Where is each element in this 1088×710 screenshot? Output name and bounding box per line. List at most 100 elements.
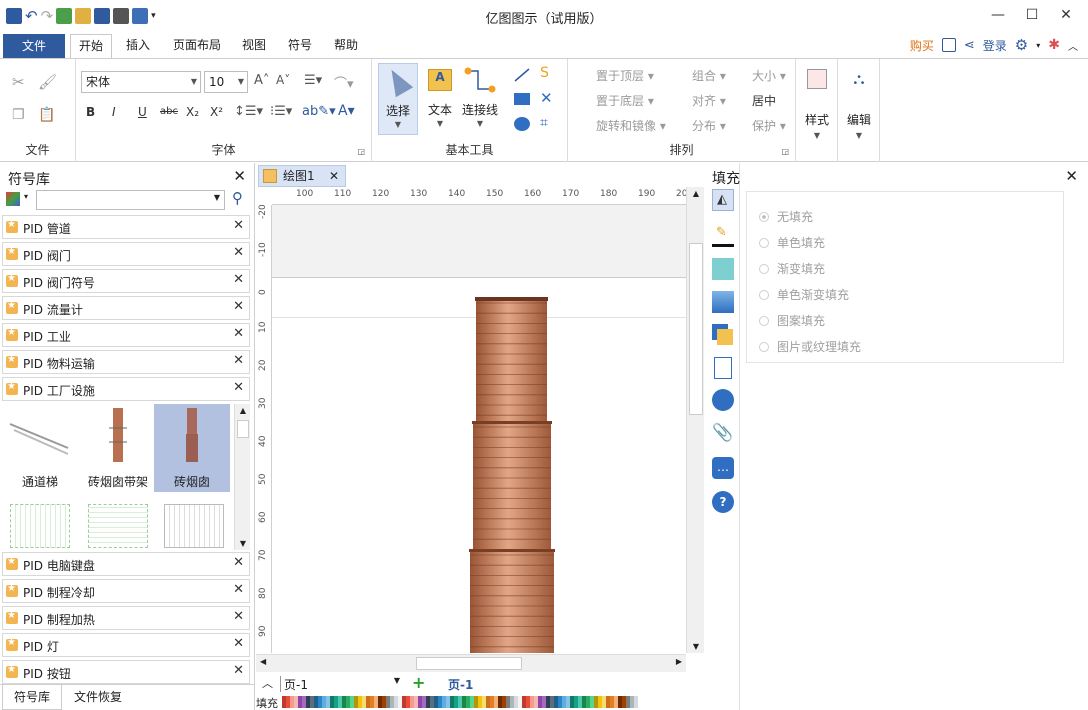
page-bar-collapse-icon[interactable]: ︿	[262, 675, 273, 691]
bullets-icon[interactable]: ⁝☰▾	[270, 104, 292, 119]
document-tab[interactable]: 绘图1 ✕	[258, 165, 346, 187]
edit-button[interactable]: ⛬ 编辑 ▼	[842, 67, 876, 147]
fill-option-radio[interactable]	[759, 238, 769, 248]
close-window-button[interactable]: ✕	[1052, 4, 1080, 26]
page-properties-icon[interactable]	[714, 357, 732, 379]
library-item[interactable]: PID 按钮 ✕	[2, 660, 250, 684]
close-fill-panel-icon[interactable]: ✕	[1065, 167, 1078, 185]
paste-icon[interactable]: 📋	[38, 107, 55, 123]
text-highlight-icon[interactable]: ab✎▾	[302, 104, 336, 119]
distribute-button[interactable]: 分布 ▾	[674, 117, 726, 134]
select-tool-button[interactable]: 选择 ▼	[378, 63, 418, 135]
tab-page-layout[interactable]: 页面布局	[166, 34, 228, 58]
close-library-icon[interactable]: ✕	[233, 272, 244, 287]
library-menu-icon[interactable]	[6, 192, 20, 206]
close-library-icon[interactable]: ✕	[233, 299, 244, 314]
close-library-icon[interactable]: ✕	[233, 636, 244, 651]
close-library-icon[interactable]: ✕	[233, 555, 244, 570]
library-item[interactable]: PID 电脑键盘 ✕	[2, 552, 250, 576]
share-icon[interactable]: ⋖	[964, 38, 975, 53]
fill-option-radio[interactable]	[759, 212, 769, 222]
fill-option[interactable]: 无填充	[759, 208, 813, 225]
library-menu-dropdown-icon[interactable]: ▾	[24, 192, 28, 201]
vscroll-down-icon[interactable]: ▼	[687, 642, 705, 651]
fill-option[interactable]: 单色填充	[759, 234, 825, 251]
horizontal-scrollbar[interactable]: ◀ ▶	[256, 654, 686, 672]
close-library-icon[interactable]: ✕	[233, 609, 244, 624]
close-library-icon[interactable]: ✕	[233, 582, 244, 597]
chimney-shape[interactable]	[272, 205, 686, 653]
rotate-mirror-button[interactable]: 旋转和镜像 ▾	[578, 117, 666, 134]
library-item[interactable]: PID 制程冷却 ✕	[2, 579, 250, 603]
underline-button[interactable]: U	[138, 105, 147, 119]
fill-option-radio[interactable]	[759, 290, 769, 300]
size-button[interactable]: 大小 ▾	[734, 67, 786, 84]
send-to-back-button[interactable]: 置于底层 ▾	[578, 92, 654, 109]
search-icon[interactable]: ⚲	[232, 189, 243, 207]
vertical-scrollbar[interactable]: ▲ ▼	[686, 187, 704, 653]
close-library-icon[interactable]: ✕	[233, 663, 244, 678]
rectangle-tool-icon[interactable]	[514, 93, 530, 105]
image-icon[interactable]	[712, 291, 734, 313]
font-size-select[interactable]: 10 ▼	[204, 71, 248, 93]
cut-icon[interactable]: ✂	[12, 73, 25, 91]
symbol-search-input[interactable]: ▼	[36, 190, 225, 210]
settings-gear-icon[interactable]: ⚙	[1015, 36, 1028, 54]
fence-thumbnail-1[interactable]	[10, 504, 70, 548]
align-button[interactable]: 对齐 ▾	[674, 92, 726, 109]
font-dialog-launcher-icon[interactable]: ◲	[357, 147, 365, 156]
attachment-icon[interactable]: 📎	[712, 423, 734, 445]
group-button[interactable]: 组合 ▾	[674, 67, 726, 84]
tab-symbol-library[interactable]: 符号库	[2, 685, 62, 710]
fill-option[interactable]: 单色渐变填充	[759, 286, 849, 303]
subscript-button[interactable]: X₂	[186, 105, 199, 119]
hscroll-left-icon[interactable]: ◀	[260, 657, 266, 666]
buy-link[interactable]: 购买	[910, 37, 934, 54]
shape-item-ladder[interactable]: 通道梯	[2, 404, 78, 492]
fence-thumbnail-3[interactable]	[164, 504, 224, 548]
fill-option[interactable]: 图案填充	[759, 312, 825, 329]
crop-tool-icon[interactable]: ⌗	[540, 115, 548, 131]
collapse-ribbon-icon[interactable]: ︿	[1068, 38, 1078, 53]
font-name-select[interactable]: 宋体 ▼	[81, 71, 201, 93]
page-tab[interactable]: 页-1	[448, 676, 473, 693]
fill-option[interactable]: 渐变填充	[759, 260, 825, 277]
fill-option-radio[interactable]	[759, 342, 769, 352]
protect-button[interactable]: 保护 ▾	[734, 117, 786, 134]
shape-curve-icon[interactable]: ⌒▾	[334, 73, 354, 92]
library-item[interactable]: PID 制程加热 ✕	[2, 606, 250, 630]
center-button[interactable]: 居中	[734, 92, 776, 109]
hyperlink-globe-icon[interactable]	[712, 389, 734, 411]
search-dropdown-icon[interactable]: ▼	[214, 193, 220, 202]
italic-button[interactable]: I	[112, 105, 116, 119]
library-item[interactable]: PID 工业 ✕	[2, 323, 250, 347]
library-item[interactable]: PID 物料运输 ✕	[2, 350, 250, 374]
vscroll-thumb[interactable]	[689, 243, 703, 415]
tab-home[interactable]: 开始	[70, 34, 112, 58]
line-spacing-icon[interactable]: ↕☰▾	[234, 104, 263, 119]
copy-icon[interactable]: ❐	[12, 107, 25, 123]
hscroll-right-icon[interactable]: ▶	[676, 657, 682, 666]
format-painter-icon[interactable]: 🖌	[38, 73, 57, 91]
library-item[interactable]: PID 灯 ✕	[2, 633, 250, 657]
superscript-button[interactable]: X²	[210, 105, 223, 119]
library-item[interactable]: PID 工厂设施 ✕	[2, 377, 250, 401]
cross-tool-icon[interactable]: ✕	[540, 89, 553, 107]
tab-view[interactable]: 视图	[236, 34, 272, 58]
maximize-button[interactable]: ☐	[1018, 4, 1046, 26]
shape-item-chimney[interactable]: 砖烟囱	[154, 404, 230, 492]
bold-button[interactable]: B	[86, 105, 95, 119]
close-library-icon[interactable]: ✕	[233, 245, 244, 260]
fence-thumbnail-2[interactable]	[88, 504, 148, 548]
grow-font-icon[interactable]: A˄	[254, 73, 269, 88]
arrange-dialog-launcher-icon[interactable]: ◲	[781, 147, 789, 156]
close-library-icon[interactable]: ✕	[233, 326, 244, 341]
library-item[interactable]: PID 阀门 ✕	[2, 242, 250, 266]
fill-option[interactable]: 图片或纹理填充	[759, 338, 861, 355]
scroll-up-icon[interactable]: ▲	[235, 406, 251, 415]
login-link[interactable]: 登录	[983, 37, 1007, 54]
tab-symbol[interactable]: 符号	[280, 34, 320, 58]
line-style-icon[interactable]: ✎	[712, 225, 734, 247]
help-icon[interactable]: ?	[712, 491, 734, 513]
tab-insert[interactable]: 插入	[118, 34, 158, 58]
